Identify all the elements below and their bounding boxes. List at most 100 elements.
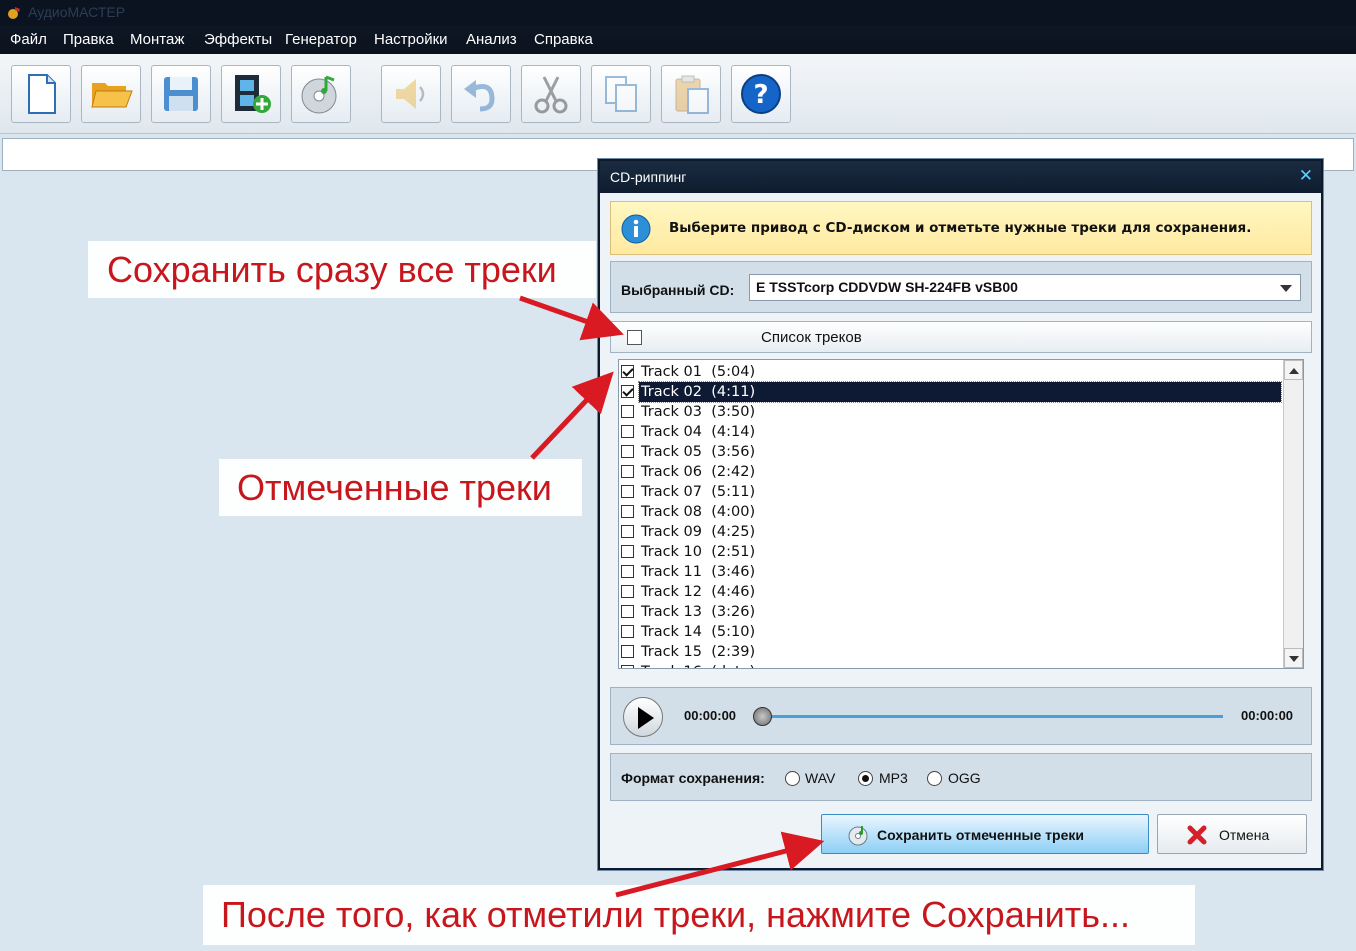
track-label: Track 06 (2:42)	[641, 464, 756, 480]
cd-drive-select[interactable]: E TSSTcorp CDDVDW SH-224FB vSB00	[749, 274, 1301, 301]
paste-button[interactable]	[661, 65, 721, 123]
new-file-icon	[28, 74, 56, 114]
annotation-after-check: После того, как отметили треки, нажмите …	[203, 885, 1195, 945]
track-list-scrollbar[interactable]	[1283, 360, 1303, 668]
player-panel: 00:00:00 00:00:00	[610, 687, 1312, 745]
menu-montage[interactable]: Монтаж	[130, 31, 184, 48]
track-row[interactable]: Track 09 (4:25)	[621, 522, 1281, 542]
menu-edit[interactable]: Правка	[63, 31, 114, 48]
add-video-button[interactable]	[221, 65, 281, 123]
track-checkbox[interactable]	[621, 585, 634, 598]
info-text: Выберите привод с CD-диском и отметьте н…	[669, 220, 1252, 236]
seek-slider-handle[interactable]	[753, 707, 772, 726]
track-row[interactable]: Track 07 (5:11)	[621, 482, 1281, 502]
cd-rip-button[interactable]	[291, 65, 351, 123]
track-checkbox[interactable]	[621, 425, 634, 438]
menu-generator[interactable]: Генератор	[285, 31, 357, 48]
track-checkbox[interactable]	[621, 485, 634, 498]
paste-icon	[675, 75, 709, 114]
track-row[interactable]: Track 05 (3:56)	[621, 442, 1281, 462]
track-checkbox[interactable]	[621, 645, 634, 658]
track-row[interactable]: Track 04 (4:14)	[621, 422, 1281, 442]
track-checkbox[interactable]	[621, 405, 634, 418]
track-label: Track 03 (3:50)	[641, 404, 756, 420]
radio-ogg[interactable]	[927, 771, 942, 786]
track-row[interactable]: Track 03 (3:50)	[621, 402, 1281, 422]
track-list: Track 01 (5:04) Track 02 (4:11) Track 03 (…	[618, 359, 1304, 669]
time-end: 00:00:00	[1241, 708, 1294, 723]
track-checkbox[interactable]	[621, 625, 634, 638]
seek-track[interactable]	[763, 715, 1223, 718]
track-row[interactable]: Track 01 (5:04)	[621, 362, 1281, 382]
cancel-button-label: Отмена	[1219, 827, 1270, 843]
track-row[interactable]: Track 16 (data)	[621, 662, 1281, 668]
menu-settings[interactable]: Настройки	[374, 31, 448, 48]
title-bar: АудиоМАСТЕР	[0, 0, 1356, 26]
track-row[interactable]: Track 02 (4:11)	[621, 381, 1282, 403]
cd-select-panel: Выбранный CD: E TSSTcorp CDDVDW SH-224FB…	[610, 261, 1312, 313]
radio-wav[interactable]	[785, 771, 800, 786]
close-icon[interactable]: ✕	[1299, 161, 1313, 191]
track-checkbox[interactable]	[621, 505, 634, 518]
new-file-button[interactable]	[11, 65, 71, 123]
track-checkbox[interactable]	[621, 445, 634, 458]
cd-music-icon	[301, 75, 337, 114]
open-folder-icon	[91, 83, 133, 108]
cancel-button[interactable]: Отмена	[1157, 814, 1307, 854]
track-row[interactable]: Track 06 (2:42)	[621, 462, 1281, 482]
menu-help[interactable]: Справка	[534, 31, 593, 48]
cd-label: Выбранный CD:	[621, 282, 735, 298]
scroll-down-icon[interactable]	[1284, 648, 1303, 668]
undo-icon	[464, 80, 495, 112]
app-logo-icon	[8, 7, 20, 19]
menu-bar: Файл Правка Монтаж Эффекты Генератор Нас…	[0, 26, 1356, 54]
select-all-checkbox[interactable]	[627, 330, 642, 345]
track-row[interactable]: Track 12 (4:46)	[621, 582, 1281, 602]
play-button[interactable]	[623, 697, 663, 737]
track-label: Track 07 (5:11)	[641, 484, 756, 500]
cd-ripping-dialog: CD-риппинг ✕ Выберите привод с CD-диском…	[598, 159, 1323, 870]
open-button[interactable]	[81, 65, 141, 123]
track-checkbox[interactable]	[621, 525, 634, 538]
track-row[interactable]: Track 14 (5:10)	[621, 622, 1281, 642]
scroll-up-icon[interactable]	[1284, 360, 1303, 380]
track-row[interactable]: Track 13 (3:26)	[621, 602, 1281, 622]
undo-button[interactable]	[451, 65, 511, 123]
save-icon	[164, 77, 198, 111]
track-checkbox[interactable]	[621, 465, 634, 478]
annotation-checked-tracks-text: Отмеченные треки	[237, 467, 552, 508]
save-button[interactable]	[151, 65, 211, 123]
track-list-title: Список треков	[761, 329, 862, 346]
annotation-save-all: Сохранить сразу все треки	[88, 241, 596, 298]
track-checkbox[interactable]	[621, 365, 634, 378]
help-button[interactable]: ?	[731, 65, 791, 123]
volume-button[interactable]	[381, 65, 441, 123]
save-checked-tracks-button[interactable]: Сохранить отмеченные треки	[821, 814, 1149, 854]
menu-file[interactable]: Файл	[10, 31, 47, 48]
track-checkbox[interactable]	[621, 565, 634, 578]
track-label: Track 10 (2:51)	[641, 544, 756, 560]
radio-mp3[interactable]	[858, 771, 873, 786]
track-checkbox[interactable]	[621, 385, 634, 398]
track-checkbox[interactable]	[621, 605, 634, 618]
track-checkbox[interactable]	[621, 665, 634, 668]
format-label: Формат сохранения:	[621, 770, 765, 786]
track-label: Track 02 (4:11)	[638, 381, 1282, 403]
track-row[interactable]: Track 11 (3:46)	[621, 562, 1281, 582]
menu-analysis[interactable]: Анализ	[466, 31, 517, 48]
track-row[interactable]: Track 08 (4:00)	[621, 502, 1281, 522]
svg-text:?: ?	[753, 80, 768, 110]
copy-button[interactable]	[591, 65, 651, 123]
track-label: Track 15 (2:39)	[641, 644, 756, 660]
menu-effects[interactable]: Эффекты	[204, 31, 272, 48]
chevron-down-icon	[1280, 285, 1292, 292]
cut-icon	[534, 76, 568, 114]
track-row[interactable]: Track 15 (2:39)	[621, 642, 1281, 662]
dialog-title: CD-риппинг	[610, 169, 687, 185]
radio-mp3-label: MP3	[879, 770, 908, 786]
track-checkbox[interactable]	[621, 545, 634, 558]
copy-icon	[605, 76, 637, 112]
annotation-checked-tracks: Отмеченные треки	[219, 459, 582, 516]
cut-button[interactable]	[521, 65, 581, 123]
track-row[interactable]: Track 10 (2:51)	[621, 542, 1281, 562]
